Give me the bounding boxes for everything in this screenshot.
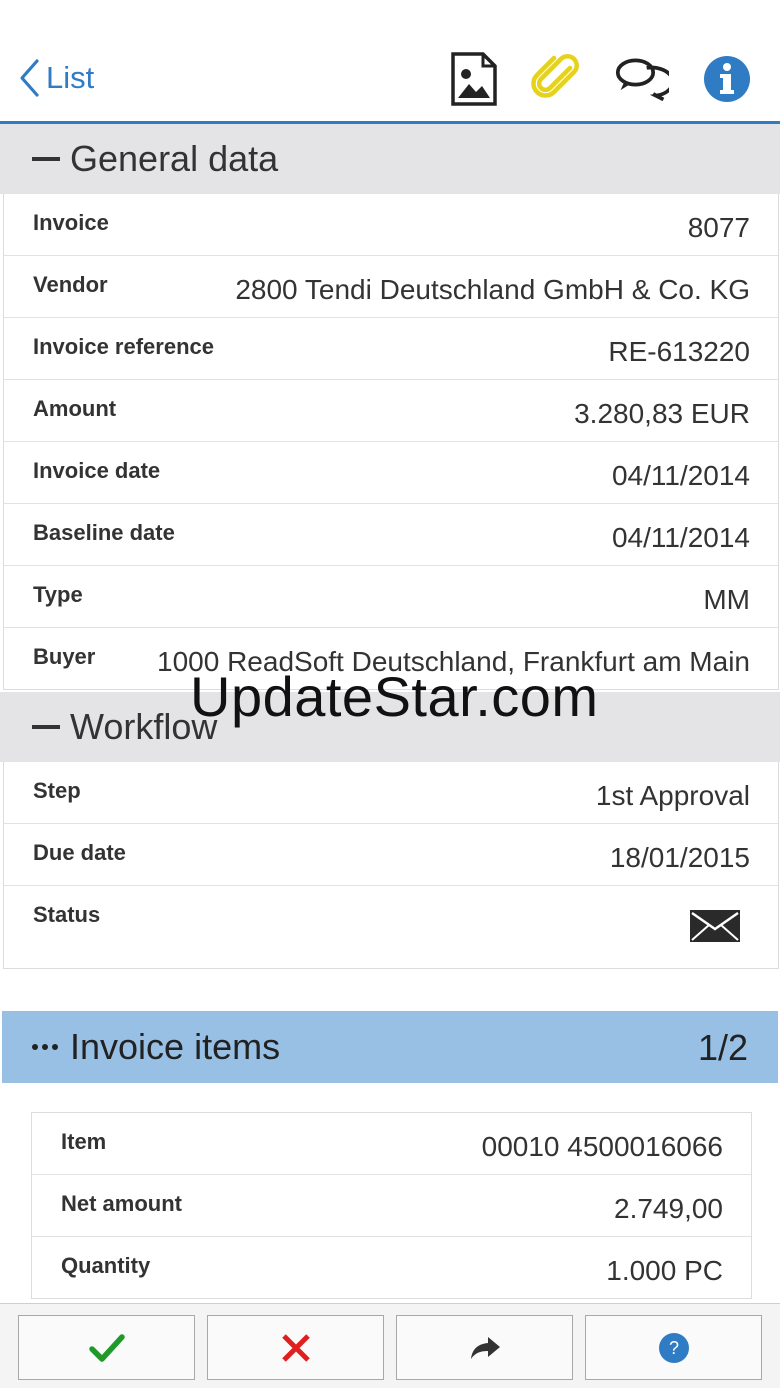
general-data-list: Invoice 8077 Vendor 2800 Tendi Deutschla… bbox=[3, 194, 779, 690]
field-value: 8077 bbox=[687, 212, 750, 243]
field-value: MM bbox=[703, 584, 750, 615]
field-value: 2800 Tendi Deutschland GmbH & Co. KG bbox=[235, 274, 750, 305]
field-label: Vendor bbox=[33, 272, 108, 297]
collapse-minus-icon bbox=[32, 725, 60, 729]
amount-row: Amount 3.280,83 EUR bbox=[4, 379, 778, 441]
paperclip-icon[interactable] bbox=[530, 52, 584, 106]
status-row: Status bbox=[4, 885, 778, 968]
field-value: 04/11/2014 bbox=[611, 460, 750, 491]
field-label: Amount bbox=[33, 396, 117, 421]
field-value: 1.000 PC bbox=[606, 1255, 723, 1286]
more-dots-icon bbox=[32, 1044, 58, 1050]
field-label: Invoice date bbox=[33, 458, 161, 483]
invoice-row: Invoice 8077 bbox=[4, 194, 778, 255]
field-label: Status bbox=[33, 902, 101, 927]
approve-check-icon bbox=[88, 1333, 125, 1362]
field-label: Type bbox=[33, 582, 83, 607]
field-value: 04/11/2014 bbox=[611, 522, 750, 553]
item-row: Item 00010 4500016066 bbox=[32, 1113, 751, 1174]
field-label: Invoice bbox=[33, 210, 109, 235]
invoice-items-list: Item 00010 4500016066 Net amount 2.749,0… bbox=[31, 1112, 752, 1299]
field-label: Buyer bbox=[33, 644, 96, 669]
due-date-row: Due date 18/01/2015 bbox=[4, 823, 778, 885]
comments-icon[interactable] bbox=[615, 52, 669, 106]
reject-x-icon bbox=[281, 1333, 310, 1362]
collapse-minus-icon bbox=[32, 157, 60, 161]
field-value: RE-613220 bbox=[608, 336, 750, 367]
watermark-text: UpdateStar.com bbox=[190, 665, 599, 728]
section-title: General data bbox=[70, 138, 279, 179]
step-row: Step 1st Approval bbox=[4, 762, 778, 823]
workflow-list: Step 1st Approval Due date 18/01/2015 St… bbox=[3, 762, 779, 969]
image-icon[interactable] bbox=[446, 52, 500, 106]
invoice-date-row: Invoice date 04/11/2014 bbox=[4, 441, 778, 503]
field-value: 3.280,83 EUR bbox=[574, 398, 750, 429]
field-label: Quantity bbox=[61, 1253, 151, 1278]
field-value: 2.749,00 bbox=[614, 1193, 723, 1224]
navigation-bar: List bbox=[0, 0, 780, 124]
envelope-icon bbox=[690, 910, 740, 942]
field-label: Due date bbox=[33, 840, 126, 865]
invoice-items-header[interactable]: Invoice items 1/2 bbox=[2, 1011, 778, 1083]
action-toolbar: ? bbox=[0, 1303, 780, 1388]
field-label: Baseline date bbox=[33, 520, 175, 545]
help-button[interactable]: ? bbox=[585, 1315, 762, 1380]
field-label: Invoice reference bbox=[33, 334, 214, 359]
invoice-reference-row: Invoice reference RE-613220 bbox=[4, 317, 778, 379]
chevron-left-icon bbox=[20, 59, 39, 97]
field-label: Net amount bbox=[61, 1191, 182, 1216]
reject-button[interactable] bbox=[207, 1315, 384, 1380]
quantity-row: Quantity 1.000 PC bbox=[32, 1236, 751, 1298]
vendor-row: Vendor 2800 Tendi Deutschland GmbH & Co.… bbox=[4, 255, 778, 317]
back-label: List bbox=[46, 60, 95, 95]
general-data-header[interactable]: General data bbox=[0, 124, 780, 194]
type-row: Type MM bbox=[4, 565, 778, 627]
field-value: 18/01/2015 bbox=[609, 842, 750, 873]
baseline-date-row: Baseline date 04/11/2014 bbox=[4, 503, 778, 565]
net-amount-row: Net amount 2.749,00 bbox=[32, 1174, 751, 1236]
field-label: Item bbox=[61, 1129, 107, 1154]
info-icon[interactable] bbox=[700, 52, 754, 106]
back-to-list-button[interactable]: List bbox=[18, 58, 94, 98]
field-value: 1st Approval bbox=[595, 780, 750, 811]
section-title: Invoice items bbox=[70, 1026, 281, 1067]
forward-arrow-icon bbox=[470, 1336, 500, 1359]
approve-button[interactable] bbox=[18, 1315, 195, 1380]
item-pager: 1/2 bbox=[697, 1027, 748, 1068]
forward-button[interactable] bbox=[396, 1315, 573, 1380]
field-label: Step bbox=[33, 778, 81, 803]
help-icon: ? bbox=[658, 1332, 689, 1363]
svg-text:?: ? bbox=[668, 1338, 678, 1358]
field-value: 00010 4500016066 bbox=[481, 1131, 723, 1162]
